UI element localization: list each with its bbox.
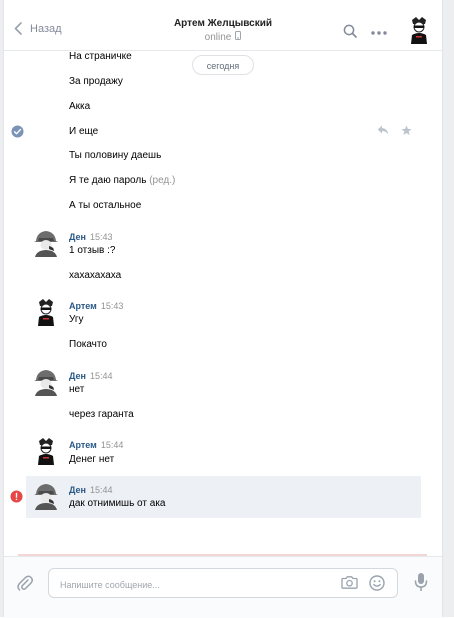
emoji-icon[interactable] [369,575,385,594]
message-actions [377,125,412,139]
message-text: Я те даю пароль (ред.) [69,175,175,186]
microphone-icon[interactable] [414,572,428,595]
message-text: 1 отзыв :? [69,245,116,256]
mobile-icon [235,31,242,43]
message-author: Артем 15:44 [69,440,123,450]
chat-header: Назад Артем Желцывский online [4,0,442,51]
search-icon[interactable] [343,24,357,41]
message-text: За продажу [69,76,123,87]
message-text: Угу [69,314,84,325]
message-text: Акка [69,101,91,112]
message-author: Ден 15:44 [69,371,113,381]
author-name[interactable]: Артем [69,440,97,450]
avatar-den[interactable] [33,368,59,396]
message-time[interactable]: 15:43 [90,232,113,242]
star-icon[interactable] [401,125,412,139]
avatar-den[interactable] [33,229,59,257]
message-text: Ты половину даешь [69,150,162,161]
message-text: И еще [69,126,99,137]
camera-icon[interactable] [341,576,358,592]
message-body: Я те даю пароль [69,175,147,186]
message-author: Ден 15:43 [69,232,113,242]
message-text: Покачто [69,339,107,350]
message-text: хахахахаха [69,270,122,281]
error-icon[interactable] [10,490,23,506]
message-author: Ден 15:44 [69,485,113,495]
message-input[interactable] [58,576,332,594]
avatar-artem[interactable] [33,437,59,465]
reply-icon[interactable] [377,125,389,139]
message-text: через гаранта [69,409,134,420]
author-name[interactable]: Ден [69,485,86,495]
selected-check-icon[interactable] [11,125,24,141]
more-options-icon[interactable] [371,27,387,38]
peer-avatar[interactable] [408,16,430,44]
message-time[interactable]: 15:44 [90,371,113,381]
author-name[interactable]: Ден [69,232,86,242]
author-name[interactable]: Артем [69,301,97,311]
message-time[interactable]: 15:43 [101,301,124,311]
peer-status-text: online [204,31,232,43]
message-time[interactable]: 15:44 [101,440,124,450]
message-text: нет [69,384,85,395]
edited-marker: (ред.) [149,175,176,186]
message-text: А ты остальное [69,200,142,211]
paperclip-icon[interactable] [17,574,33,595]
message-text: дак отнимишь от ака [69,498,166,509]
unread-message-row[interactable] [26,476,421,518]
message-time[interactable]: 15:44 [90,485,113,495]
header-actions [343,24,387,41]
date-separator: сегодня [192,55,254,75]
message-author: Артем 15:43 [69,301,123,311]
author-name[interactable]: Ден [69,371,86,381]
message-text: На страничке [69,51,132,62]
message-text: Денег нет [69,454,115,465]
avatar-artem[interactable] [33,298,59,326]
avatar-den[interactable] [33,482,59,510]
